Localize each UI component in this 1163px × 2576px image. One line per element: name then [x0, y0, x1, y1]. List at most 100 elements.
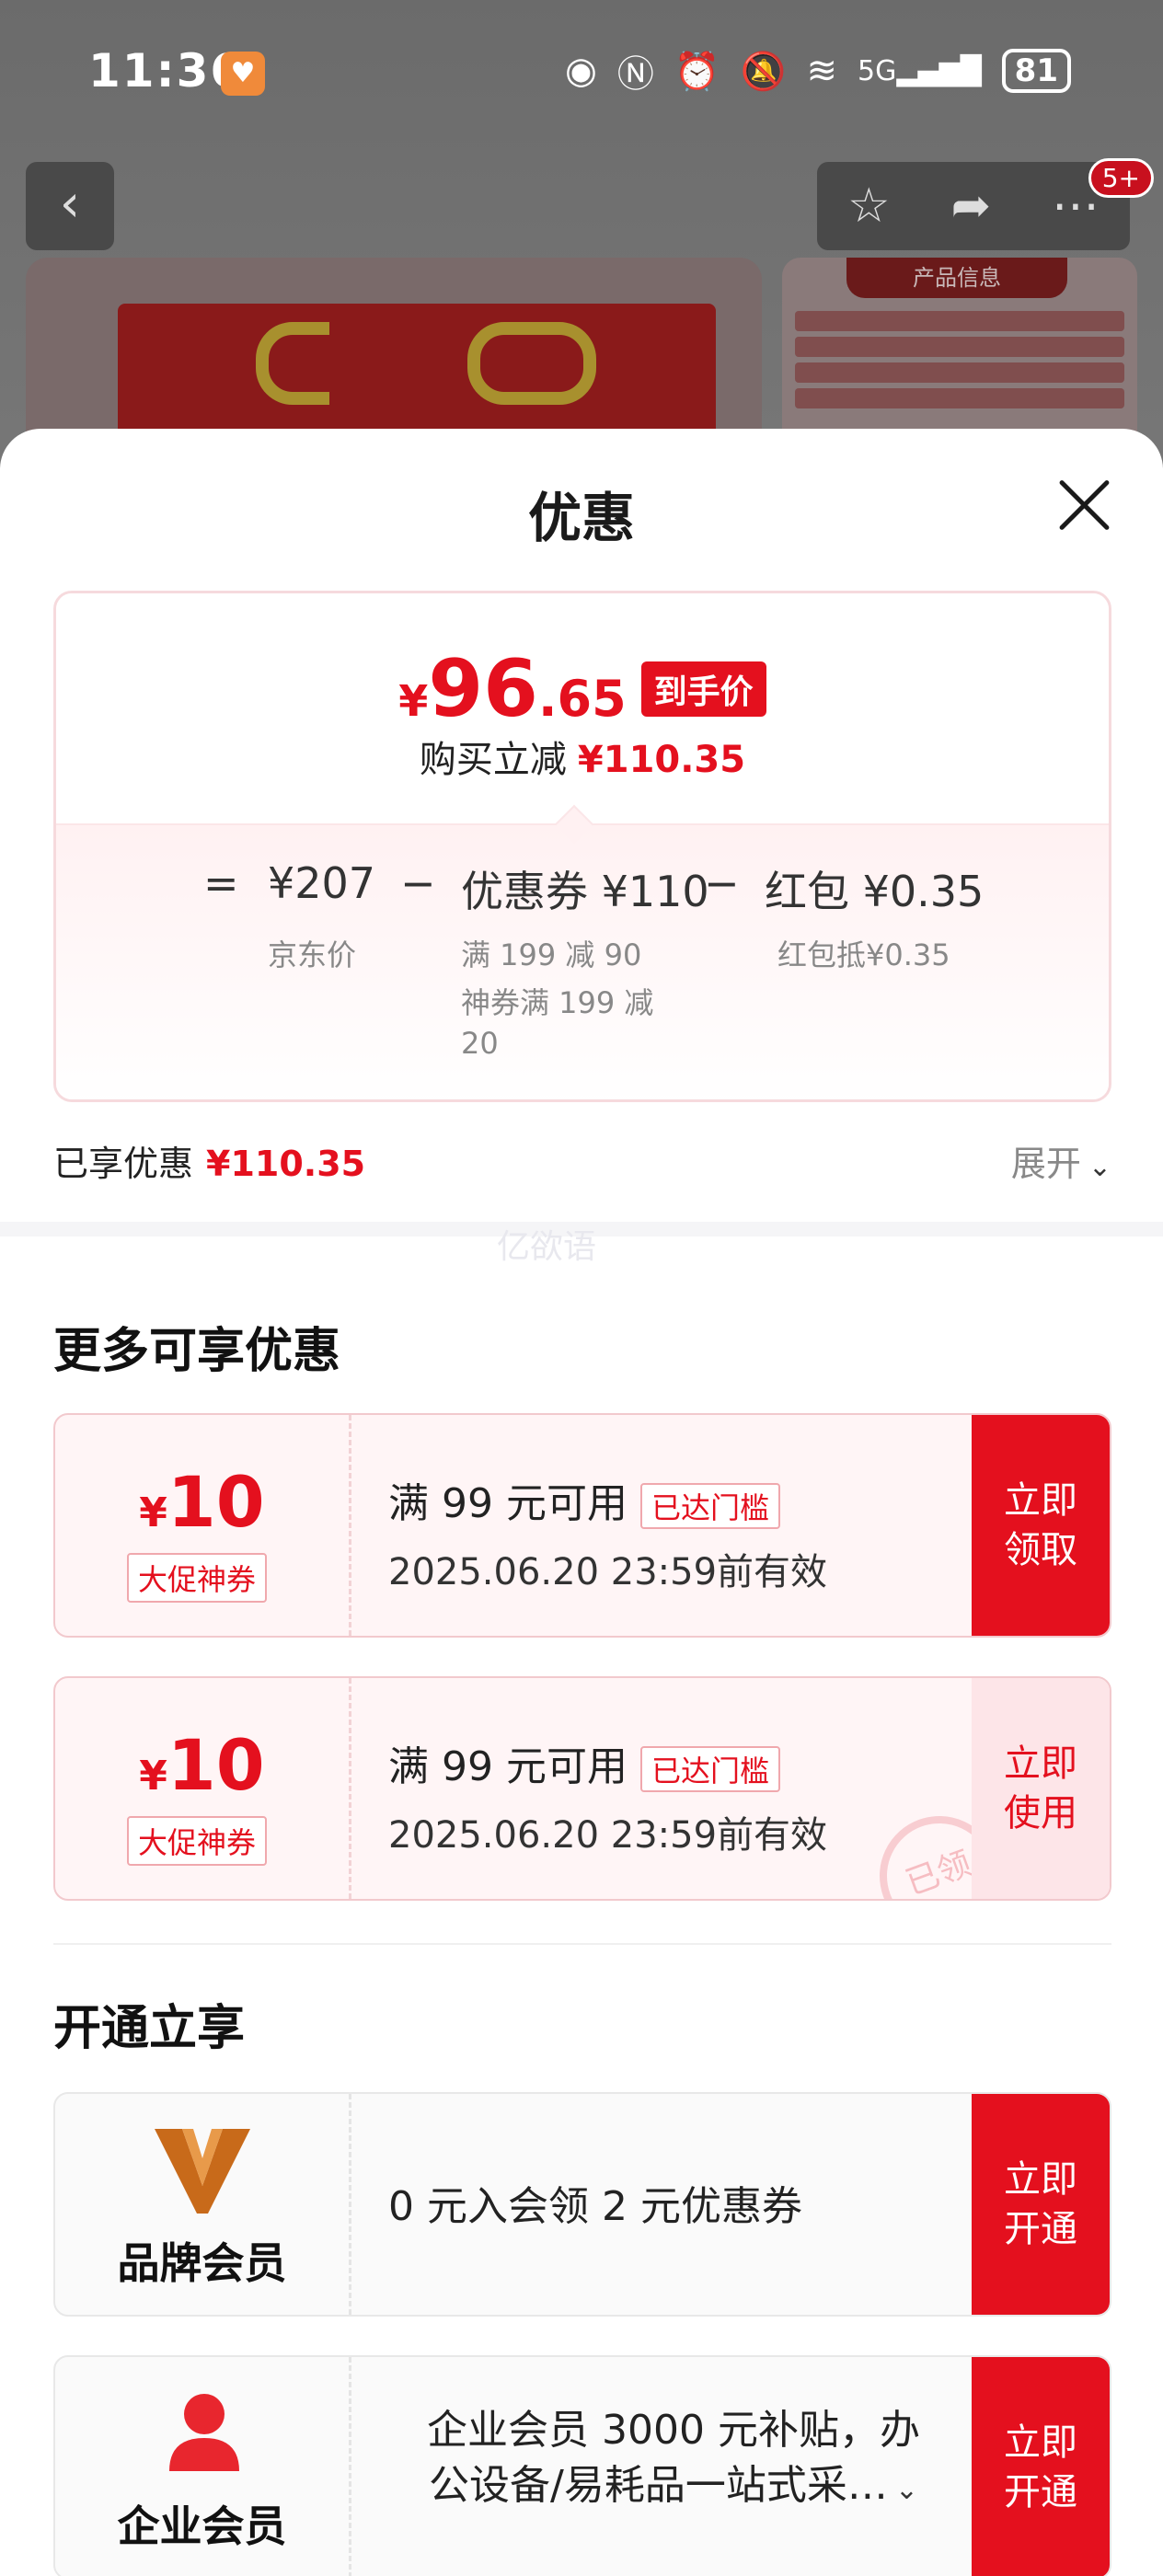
action-line-1: 立即 — [1004, 2158, 1077, 2201]
enterprise-member-user-icon — [169, 2394, 239, 2471]
action-line-1: 立即 — [1004, 1479, 1077, 1522]
price-integer: 96 — [428, 643, 538, 735]
coupon-condition-text: 满 99 元可用 — [388, 1480, 628, 1527]
close-button[interactable] — [1056, 477, 1111, 532]
action-line-2: 开通 — [1004, 2471, 1077, 2513]
membership-card: 企业会员 企业会员 3000 元补贴，办 公设备/易耗品一站式采… ⌄ 立即 开通 — [53, 2355, 1111, 2576]
brand-member-logo-icon — [155, 2129, 250, 2214]
price-top: ¥ 96 .65 到手价 购买立减 ¥110.35 — [56, 593, 1109, 823]
enjoyed-discount: 已享优惠 ¥110.35 — [53, 1135, 365, 1186]
system-icons: ◉ Ⓝ ⏰ 🔕 ≋ 5G▂▄▆█ 81 — [565, 44, 1071, 98]
membership-card: 品牌会员 0 元入会领 2 元优惠券 立即开通 — [53, 2092, 1111, 2317]
threshold-reached-badge: 已达门槛 — [639, 1746, 780, 1792]
info-row — [795, 337, 1124, 357]
coupon-left: ¥10 大促神券 — [55, 1415, 351, 1636]
top-action-bar: ☆ ➦ ⋯ — [817, 162, 1130, 250]
member-desc-line-1: 企业会员 3000 元补贴，办 — [427, 2407, 920, 2454]
coupon-tag: 大促神券 — [127, 1553, 268, 1603]
expand-label: 展开 — [1010, 1144, 1081, 1184]
info-card-title: 产品信息 — [846, 258, 1067, 298]
section-divider-line — [53, 1943, 1111, 1945]
app-notification-icon: ♥ — [221, 52, 265, 96]
nfc-icon: Ⓝ — [616, 53, 654, 96]
open-button-label: 立即 开通 — [1004, 2155, 1077, 2254]
open-button-label: 立即 开通 — [1004, 2418, 1077, 2517]
coupon-sub-2: 神券满 199 减 — [461, 985, 654, 1020]
redpacket-amount: 红包 ¥0.35 — [765, 867, 985, 916]
chevron-down-icon[interactable]: ⌄ — [895, 2474, 918, 2506]
threshold-reached-badge: 已达门槛 — [639, 1483, 780, 1529]
chevron-left-icon: ‹ — [59, 174, 81, 234]
action-line-2: 使用 — [1004, 1792, 1077, 1834]
coupon-tag: 大促神券 — [127, 1816, 268, 1866]
member-desc-line-2: 公设备/易耗品一站式采… — [429, 2462, 888, 2509]
bag-handle — [467, 322, 596, 405]
open-enterprise-member-button[interactable]: 立即 开通 — [972, 2357, 1110, 2576]
watermark: 亿欲语 — [497, 1228, 597, 1266]
coupon-amount: ¥10 — [55, 1724, 349, 1806]
message-count-badge: 5+ — [1088, 158, 1154, 198]
discount-sheet: 优惠 ¥ 96 .65 到手价 购买立减 ¥110.35 = ¥207 − 优惠券… — [0, 429, 1163, 2576]
star-icon[interactable]: ☆ — [847, 178, 891, 234]
open-brand-member-button[interactable]: 立即 开通 — [972, 2094, 1110, 2315]
share-icon[interactable]: ➦ — [951, 178, 992, 234]
more-discounts-title: 更多可享优惠 — [53, 1324, 341, 1379]
sheet-title: 优惠 — [527, 487, 635, 549]
coupon-card: ¥10 大促神券 满 99 元可用 已达门槛 2025.06.20 23:59前有… — [53, 1413, 1111, 1638]
action-line-2: 领取 — [1004, 1529, 1077, 1571]
enjoyed-amount: ¥110.35 — [206, 1144, 366, 1184]
chevron-down-icon: ⌄ — [1088, 1151, 1111, 1183]
battery-icon: 81 — [1001, 49, 1071, 93]
reduce-amount: ¥110.35 — [577, 739, 746, 781]
reduce-label: 购买立减 — [419, 739, 567, 781]
coupon-sub-1: 满 199 减 90 — [461, 937, 642, 972]
use-button-label: 立即 使用 — [1004, 1739, 1077, 1838]
reduce-line: 购买立减 ¥110.35 — [56, 730, 1109, 783]
action-line-1: 立即 — [1004, 1742, 1077, 1785]
info-row — [795, 362, 1124, 383]
member-description: 企业会员 3000 元补贴，办 公设备/易耗品一站式采… ⌄ — [388, 2403, 959, 2518]
coupon-amount: ¥10 — [55, 1461, 349, 1543]
price-currency: ¥ — [398, 676, 429, 726]
use-coupon-button[interactable]: 立即 使用 — [972, 1678, 1110, 1899]
minus-sign: − — [704, 858, 740, 908]
coupon-value: 10 — [167, 1461, 265, 1543]
minus-sign: − — [400, 858, 436, 908]
final-price: ¥ 96 .65 到手价 — [56, 643, 1109, 735]
open-membership-title: 开通立享 — [53, 2001, 246, 2056]
info-row — [795, 388, 1124, 408]
member-name: 企业会员 — [117, 2501, 287, 2551]
equals-sign: = — [203, 858, 239, 908]
final-price-tag: 到手价 — [640, 661, 766, 717]
redpacket-sub: 红包抵¥0.35 — [777, 937, 950, 972]
coupon-validity: 2025.06.20 23:59前有效 — [388, 1814, 828, 1857]
coupon-left: ¥10 大促神券 — [55, 1678, 351, 1899]
coupon-sub-3: 20 — [461, 1026, 499, 1061]
jd-price: ¥207 — [268, 858, 376, 908]
member-description: 0 元入会领 2 元优惠券 — [388, 2183, 802, 2230]
claim-coupon-button[interactable]: 立即 领取 — [972, 1415, 1110, 1636]
price-decimal: .65 — [538, 670, 627, 728]
coupon-currency: ¥ — [139, 1753, 167, 1800]
network-type: 5G — [858, 54, 897, 87]
coupon-amount: 优惠券 ¥110 — [461, 867, 709, 916]
eye-icon: ◉ — [564, 50, 597, 92]
alarm-icon: ⏰ — [674, 50, 720, 93]
coupon-value: 10 — [167, 1724, 265, 1806]
coupon-card: ¥10 大促神券 满 99 元可用 已达门槛 2025.06.20 23:59前有… — [53, 1676, 1111, 1901]
price-summary-box: ¥ 96 .65 到手价 购买立减 ¥110.35 = ¥207 − 优惠券 ¥1… — [53, 591, 1111, 1102]
coupon-condition: 满 99 元可用 已达门槛 — [388, 1733, 780, 1792]
back-button[interactable]: ‹ — [26, 162, 114, 250]
action-line-2: 开通 — [1004, 2208, 1077, 2250]
jd-price-label: 京东价 — [268, 937, 357, 972]
info-row — [795, 311, 1124, 331]
battery-level: 81 — [1014, 52, 1058, 89]
signal-icon: 5G▂▄▆█ — [858, 54, 982, 87]
expand-button[interactable]: 展开 ⌄ — [1011, 1135, 1111, 1186]
status-bar: 11:36 ♥ ◉ Ⓝ ⏰ 🔕 ≋ 5G▂▄▆█ 81 — [0, 0, 1163, 147]
wifi-icon: ≋ — [806, 50, 838, 92]
member-left: 品牌会员 — [55, 2094, 351, 2315]
coupon-condition-text: 满 99 元可用 — [388, 1743, 628, 1790]
mute-icon: 🔕 — [740, 50, 787, 93]
enjoyed-label: 已享优惠 — [53, 1144, 194, 1184]
